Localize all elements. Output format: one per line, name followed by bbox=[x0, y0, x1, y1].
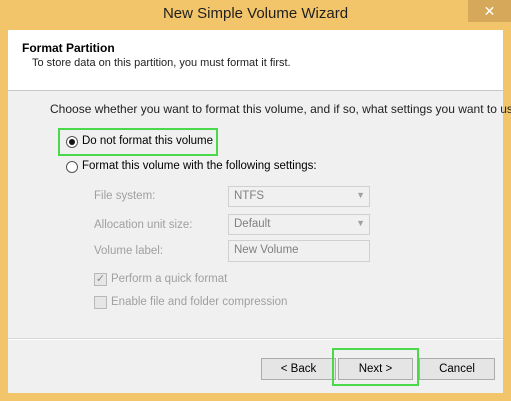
allocation-unit-select[interactable]: Default ▼ bbox=[228, 214, 370, 235]
wizard-header: Format Partition To store data on this p… bbox=[8, 30, 503, 91]
window-frame-bottom bbox=[0, 393, 511, 401]
do-not-format-radio[interactable] bbox=[66, 136, 78, 148]
footer-separator bbox=[8, 338, 503, 340]
file-system-value: NTFS bbox=[234, 190, 265, 202]
file-system-select[interactable]: NTFS ▼ bbox=[228, 186, 370, 207]
close-icon: ✕ bbox=[483, 3, 496, 19]
do-not-format-label[interactable]: Do not format this volume bbox=[82, 135, 213, 147]
volume-label-value: New Volume bbox=[234, 244, 299, 256]
compression-label: Enable file and folder compression bbox=[111, 296, 288, 308]
format-volume-label[interactable]: Format this volume with the following se… bbox=[82, 160, 317, 172]
file-system-label: File system: bbox=[94, 190, 156, 202]
title-bar: New Simple Volume Wizard ✕ bbox=[0, 0, 511, 30]
volume-label-label: Volume label: bbox=[94, 245, 164, 257]
compression-checkbox[interactable] bbox=[94, 296, 107, 309]
instruction-text: Choose whether you want to format this v… bbox=[50, 102, 511, 116]
volume-label-input[interactable]: New Volume bbox=[228, 240, 370, 262]
next-button[interactable]: Next > bbox=[338, 358, 413, 380]
wizard-window: Format Partition To store data on this p… bbox=[8, 30, 511, 393]
format-volume-radio[interactable] bbox=[66, 161, 78, 173]
quick-format-checkbox[interactable]: ✓ bbox=[94, 273, 107, 286]
chevron-down-icon: ▼ bbox=[356, 190, 365, 200]
page-subtitle: To store data on this partition, you mus… bbox=[32, 57, 291, 69]
allocation-unit-label: Allocation unit size: bbox=[94, 219, 193, 231]
allocation-unit-value: Default bbox=[234, 218, 271, 230]
window-title: New Simple Volume Wizard bbox=[162, 5, 349, 22]
quick-format-label: Perform a quick format bbox=[111, 273, 228, 285]
close-button[interactable]: ✕ bbox=[468, 0, 511, 22]
back-button[interactable]: < Back bbox=[261, 358, 336, 380]
cancel-button[interactable]: Cancel bbox=[419, 358, 495, 380]
chevron-down-icon: ▼ bbox=[356, 218, 365, 228]
page-title: Format Partition bbox=[22, 41, 115, 55]
